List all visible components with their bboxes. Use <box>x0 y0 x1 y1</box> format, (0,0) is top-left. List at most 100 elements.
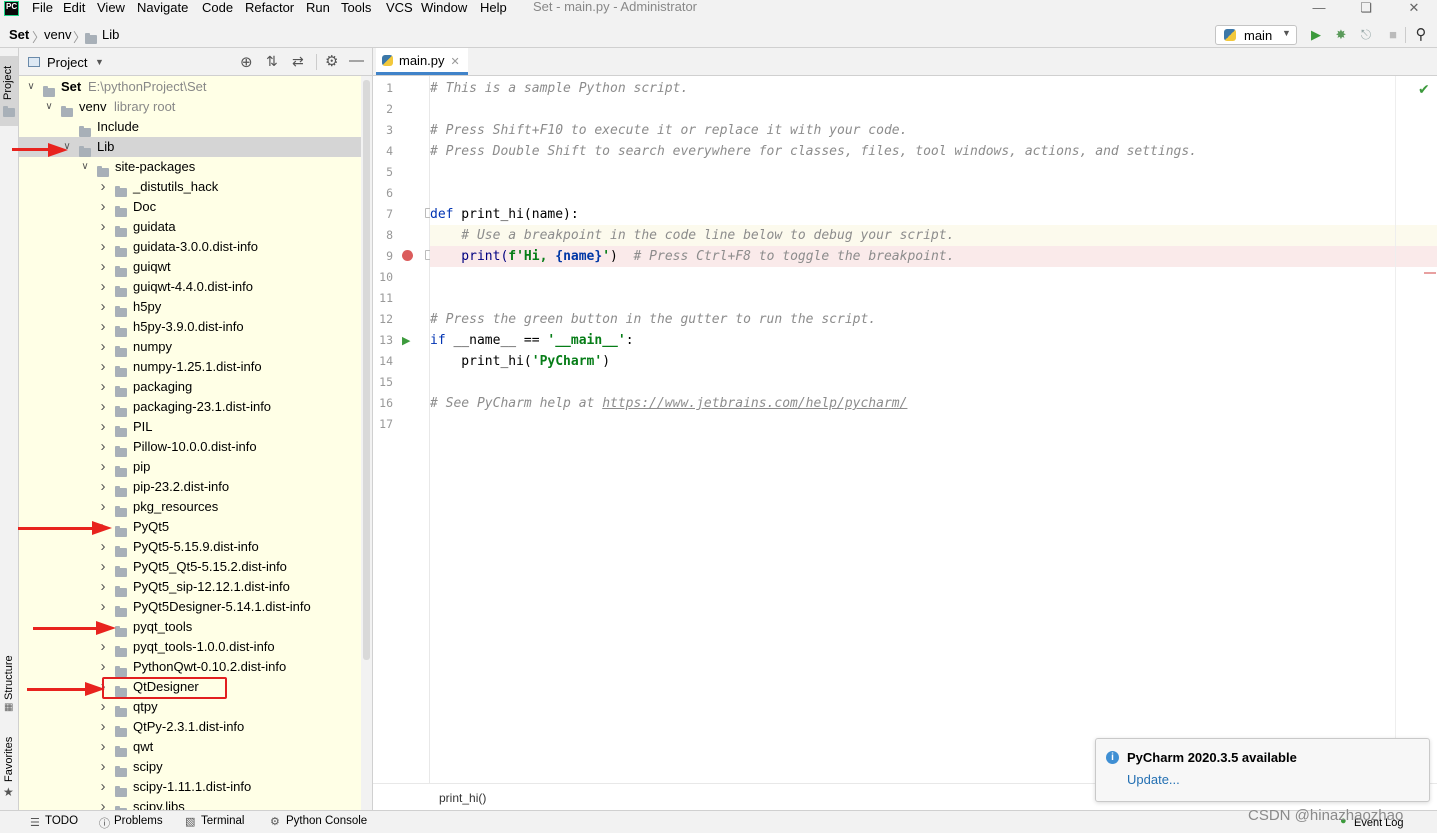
project-tool-tab[interactable]: Project <box>0 56 18 126</box>
menu-vcs[interactable]: VCS <box>385 0 414 20</box>
chevron-right-icon[interactable]: › <box>97 477 109 497</box>
chevron-right-icon[interactable]: › <box>97 357 109 377</box>
debug-icon[interactable]: ✸ <box>1332 26 1350 44</box>
tree-item[interactable]: › PythonQwt-0.10.2.dist-info <box>19 657 361 677</box>
chevron-down-icon[interactable]: ∨ <box>25 77 37 97</box>
problems-tab[interactable]: Problems <box>114 815 163 827</box>
tree-item[interactable]: › numpy <box>19 337 361 357</box>
tree-item[interactable]: ∨ Set E:\pythonProject\Set <box>19 77 361 97</box>
chevron-right-icon[interactable]: › <box>97 177 109 197</box>
menu-code[interactable]: Code <box>201 0 234 20</box>
chevron-right-icon[interactable]: › <box>97 697 109 717</box>
chevron-right-icon[interactable]: › <box>97 277 109 297</box>
chevron-right-icon[interactable]: › <box>97 657 109 677</box>
breadcrumb-lib[interactable]: Lib <box>102 27 119 42</box>
tree-item[interactable]: › scipy <box>19 757 361 777</box>
menu-window[interactable]: Window <box>420 0 468 20</box>
chevron-down-icon[interactable]: ∨ <box>43 97 55 117</box>
tree-item[interactable]: › scipy.libs <box>19 797 361 810</box>
chevron-right-icon[interactable]: › <box>97 337 109 357</box>
tree-item[interactable]: › qtpy <box>19 697 361 717</box>
tree-item[interactable]: › pip-23.2.dist-info <box>19 477 361 497</box>
chevron-right-icon[interactable]: › <box>97 397 109 417</box>
run-icon[interactable]: ▶ <box>1307 26 1325 44</box>
chevron-right-icon[interactable]: › <box>97 577 109 597</box>
check-icon[interactable]: ✔ <box>1418 81 1430 98</box>
tree-item[interactable]: › PyQt5Designer-5.14.1.dist-info <box>19 597 361 617</box>
chevron-down-icon[interactable]: ▼ <box>95 57 104 67</box>
restore-icon[interactable]: ❏ <box>1343 0 1389 16</box>
menu-help[interactable]: Help <box>479 0 508 20</box>
tree-item[interactable]: › scipy-1.11.1.dist-info <box>19 777 361 797</box>
tree-item[interactable]: › pip <box>19 457 361 477</box>
run-gutter-icon[interactable]: ▶ <box>402 334 410 347</box>
error-stripe-mark[interactable] <box>1424 272 1436 274</box>
chevron-right-icon[interactable]: › <box>97 437 109 457</box>
terminal-tab[interactable]: Terminal <box>201 815 244 827</box>
chevron-right-icon[interactable]: › <box>97 777 109 797</box>
tree-item[interactable]: › Pillow-10.0.0.dist-info <box>19 437 361 457</box>
menu-file[interactable]: File <box>31 0 54 20</box>
menu-edit[interactable]: Edit <box>62 0 86 20</box>
tree-scrollbar-thumb[interactable] <box>363 80 370 660</box>
todo-tab[interactable]: TODO <box>45 815 78 827</box>
menu-refactor[interactable]: Refactor <box>244 0 295 20</box>
menu-tools[interactable]: Tools <box>340 0 372 20</box>
tree-item[interactable]: › h5py <box>19 297 361 317</box>
tree-item[interactable]: › pkg_resources <box>19 497 361 517</box>
breadcrumb-venv[interactable]: venv <box>44 27 71 42</box>
run-config-selector[interactable]: main ▼ <box>1215 25 1297 45</box>
tree-item[interactable]: › h5py-3.9.0.dist-info <box>19 317 361 337</box>
chevron-right-icon[interactable]: › <box>97 317 109 337</box>
chevron-right-icon[interactable]: › <box>97 217 109 237</box>
locate-icon[interactable]: ⊕ <box>240 53 253 71</box>
expand-all-icon[interactable]: ⇅ <box>266 53 278 70</box>
minimize-icon[interactable]: — <box>1296 0 1342 16</box>
tree-item[interactable]: › numpy-1.25.1.dist-info <box>19 357 361 377</box>
menu-view[interactable]: View <box>96 0 126 20</box>
gear-icon[interactable]: ⚙ <box>325 52 338 70</box>
tree-item[interactable]: › qwt <box>19 737 361 757</box>
breadcrumb-set[interactable]: Set <box>9 27 29 42</box>
chevron-down-icon[interactable]: ∨ <box>79 157 91 177</box>
tree-item[interactable]: › PIL <box>19 417 361 437</box>
close-icon[interactable]: ✕ <box>1391 0 1437 16</box>
chevron-right-icon[interactable]: › <box>97 417 109 437</box>
tree-item[interactable]: › Doc <box>19 197 361 217</box>
tree-scrollbar[interactable] <box>361 76 372 810</box>
chevron-right-icon[interactable]: › <box>97 557 109 577</box>
chevron-right-icon[interactable]: › <box>97 597 109 617</box>
chevron-right-icon[interactable]: › <box>97 257 109 277</box>
chevron-right-icon[interactable]: › <box>97 197 109 217</box>
python-console-tab[interactable]: Python Console <box>286 815 367 827</box>
structure-tool-tab[interactable]: Structure ▦ <box>0 642 18 714</box>
code-editor[interactable]: # This is a sample Python script. # Pres… <box>430 76 1437 783</box>
coverage-icon[interactable]: ⎋ <box>1357 26 1375 44</box>
chevron-right-icon[interactable]: › <box>97 297 109 317</box>
chevron-right-icon[interactable]: › <box>97 497 109 517</box>
chevron-right-icon[interactable]: › <box>97 797 109 810</box>
close-tab-icon[interactable]: ✕ <box>451 56 460 68</box>
breadcrumb-function[interactable]: print_hi() <box>439 791 486 805</box>
hide-panel-icon[interactable]: — <box>349 52 364 69</box>
tree-item[interactable]: › guidata <box>19 217 361 237</box>
tab-main-py[interactable]: main.py ✕ <box>376 48 468 75</box>
tree-item[interactable]: ∨ Lib <box>19 137 361 157</box>
tree-item[interactable]: ∨ venv library root <box>19 97 361 117</box>
tree-item[interactable]: › guidata-3.0.0.dist-info <box>19 237 361 257</box>
tree-item[interactable]: › guiqwt-4.4.0.dist-info <box>19 277 361 297</box>
tree-item[interactable]: › PyQt5_sip-12.12.1.dist-info <box>19 577 361 597</box>
search-icon[interactable]: ⚲ <box>1412 26 1430 44</box>
menu-run[interactable]: Run <box>305 0 331 20</box>
tree-item[interactable]: › PyQt5-5.15.9.dist-info <box>19 537 361 557</box>
chevron-right-icon[interactable]: › <box>97 637 109 657</box>
tree-item[interactable]: › guiqwt <box>19 257 361 277</box>
chevron-right-icon[interactable]: › <box>97 737 109 757</box>
tree-item[interactable]: Include <box>19 117 361 137</box>
chevron-right-icon[interactable]: › <box>97 757 109 777</box>
chevron-right-icon[interactable]: › <box>97 237 109 257</box>
breakpoint-icon[interactable] <box>402 250 413 261</box>
favorites-tool-tab[interactable]: Favorites ★ <box>0 732 18 802</box>
tree-item[interactable]: › packaging <box>19 377 361 397</box>
chevron-right-icon[interactable]: › <box>97 377 109 397</box>
